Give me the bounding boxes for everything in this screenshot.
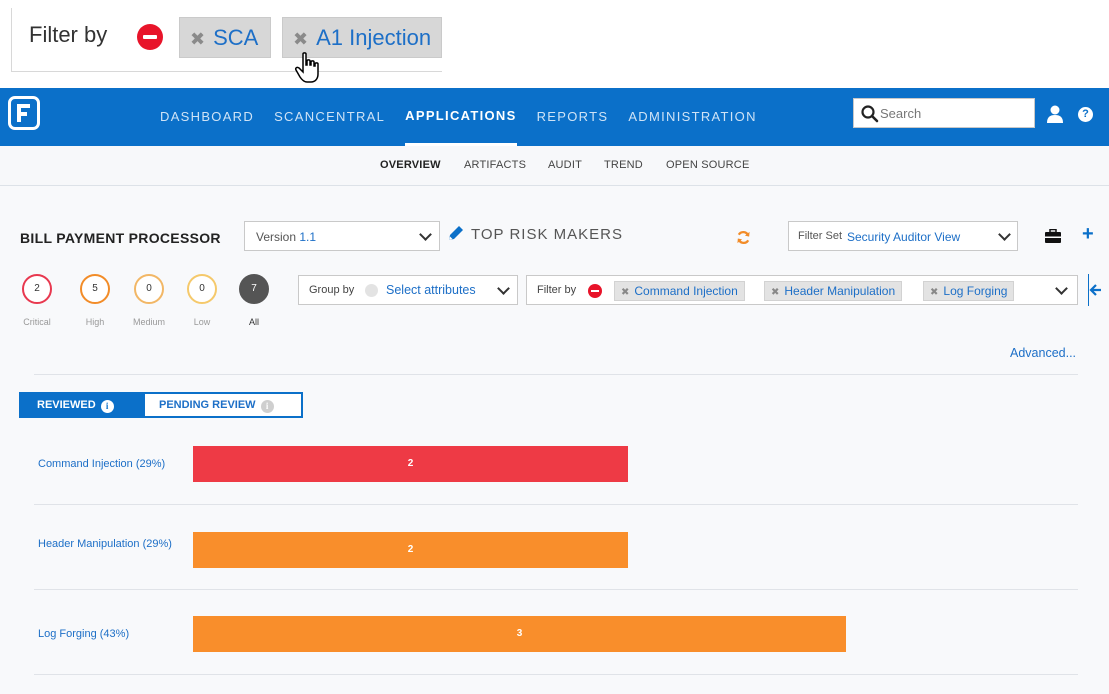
application-title: BILL PAYMENT PROCESSOR [20,230,221,246]
search-box[interactable] [853,98,1035,128]
bar-command-injection[interactable]: 2 [193,446,628,482]
severity-count: 7 [239,274,269,304]
arrow-left-icon[interactable] [1087,281,1105,299]
divider [34,674,1078,675]
filter-chip-header-manipulation[interactable]: ✖ Header Manipulation [764,281,903,301]
nav-applications[interactable]: APPLICATIONS [405,88,517,146]
nav-reports[interactable]: REPORTS [537,88,609,146]
divider [34,504,1078,505]
severity-label: Low [193,317,211,327]
top-risk-makers-button[interactable]: TOP RISK MAKERS [447,224,623,248]
filter-by-zoom-callout: Filter by ✖ SCA ✖ A1 Injection [11,8,442,83]
info-icon[interactable]: i [100,400,114,413]
tab-trend[interactable]: TREND [604,159,643,171]
severity-label: All [248,317,259,327]
severity-all[interactable]: 7 All [239,274,269,327]
close-icon[interactable]: ✖ [930,287,938,298]
version-label: Version [256,230,297,244]
severity-count: 2 [22,274,52,304]
bar-count: 3 [516,628,523,639]
top-navigation-bar: DASHBOARD SCANCENTRAL APPLICATIONS REPOR… [0,88,1109,146]
application-window: DASHBOARD SCANCENTRAL APPLICATIONS REPOR… [0,88,1109,694]
search-input[interactable] [880,103,1030,123]
filter-chip-label: A1 Injection [316,25,432,50]
advanced-link[interactable]: Advanced... [1010,346,1076,360]
version-select[interactable]: Version 1.1 [244,221,440,251]
filter-by-label: Filter by [29,22,108,47]
chevron-down-icon [419,228,432,241]
tab-reviewed-label: REVIEWED [37,399,96,411]
bar-label-log-forging[interactable]: Log Forging (43%) [38,628,178,641]
pencil-icon [449,226,463,240]
tab-audit[interactable]: AUDIT [548,159,582,171]
bar-count: 2 [407,458,414,469]
severity-count: 0 [187,274,217,304]
refresh-icon[interactable] [736,230,751,245]
filter-by-label: Filter by [537,284,577,296]
divider [34,589,1078,590]
overview-content: BILL PAYMENT PROCESSOR Version 1.1 TOP R… [0,186,1109,694]
severity-high[interactable]: 5 High [80,274,110,327]
filter-chip-log-forging[interactable]: ✖ Log Forging [923,281,1015,301]
filter-chip-label: SCA [213,25,259,50]
tab-pending-review[interactable]: PENDING REVIEW i [143,392,303,418]
group-by-label: Group by [309,284,355,296]
remove-filter-icon[interactable] [137,24,163,50]
bar-header-manipulation[interactable]: 2 [193,532,628,568]
briefcase-icon[interactable] [1045,229,1061,243]
tab-open-source[interactable]: OPEN SOURCE [666,159,750,171]
tab-artifacts[interactable]: ARTIFACTS [464,159,526,171]
filter-set-value: Security Auditor View [847,230,961,244]
remove-filter-icon[interactable] [588,284,602,298]
severity-count: 5 [80,274,110,304]
chevron-down-icon [998,228,1011,241]
tab-pending-review-label: PENDING REVIEW [159,399,256,411]
nav-administration[interactable]: ADMINISTRATION [628,88,756,146]
chevron-down-icon [1055,282,1068,295]
nav-dashboard[interactable]: DASHBOARD [160,88,254,146]
hand-pointer-cursor-icon [295,52,319,83]
nav-scancentral[interactable]: SCANCENTRAL [274,88,385,146]
main-nav: DASHBOARD SCANCENTRAL APPLICATIONS REPOR… [160,88,777,146]
add-icon[interactable]: + [1082,223,1094,246]
close-icon[interactable]: ✖ [190,29,205,49]
severity-critical[interactable]: 2 Critical [22,274,52,327]
fortify-logo-icon[interactable] [8,96,40,130]
bar-label-header-manipulation[interactable]: Header Manipulation (29%) [38,538,178,551]
severity-label: High [85,317,105,327]
filter-by-select[interactable]: Filter by ✖ Command Injection ✖ Header Man… [526,275,1078,305]
filter-chip-label: Header Manipulation [784,284,896,298]
search-icon [861,105,879,123]
tab-reviewed[interactable]: REVIEWED i [19,392,143,418]
divider [34,374,1078,375]
group-by-value: Select attributes [386,283,476,297]
bar-count: 2 [407,544,414,555]
severity-label: Critical [23,317,51,327]
filter-set-select[interactable]: Filter Set Security Auditor View [788,221,1018,251]
severity-count: 0 [134,274,164,304]
user-icon[interactable] [1046,105,1064,123]
filter-chip-command-injection[interactable]: ✖ Command Injection [614,281,745,301]
tab-overview[interactable]: OVERVIEW [380,159,441,171]
severity-medium[interactable]: 0 Medium [133,274,165,327]
close-icon[interactable]: ✖ [771,287,779,298]
group-by-remove-icon[interactable] [365,284,378,297]
sub-navigation: OVERVIEW ARTIFACTS AUDIT TREND OPEN SOUR… [0,146,1109,186]
filter-set-label: Filter Set [798,230,843,242]
filter-chip-label: Log Forging [943,284,1008,298]
bar-log-forging[interactable]: 3 [193,616,846,652]
filter-chip-sca[interactable]: ✖ SCA [179,17,271,58]
severity-low[interactable]: 0 Low [187,274,217,327]
close-icon[interactable]: ✖ [293,29,308,49]
filter-chip-label: Command Injection [634,284,738,298]
info-icon[interactable]: i [260,400,274,413]
chevron-down-icon [497,282,510,295]
severity-label: Medium [132,317,165,327]
top-risk-makers-label: TOP RISK MAKERS [471,226,623,243]
version-value: 1.1 [299,230,317,244]
close-icon[interactable]: ✖ [621,287,629,298]
group-by-select[interactable]: Group by Select attributes [298,275,518,305]
help-icon[interactable]: ? [1078,107,1093,122]
bar-label-command-injection[interactable]: Command Injection (29%) [38,458,178,471]
